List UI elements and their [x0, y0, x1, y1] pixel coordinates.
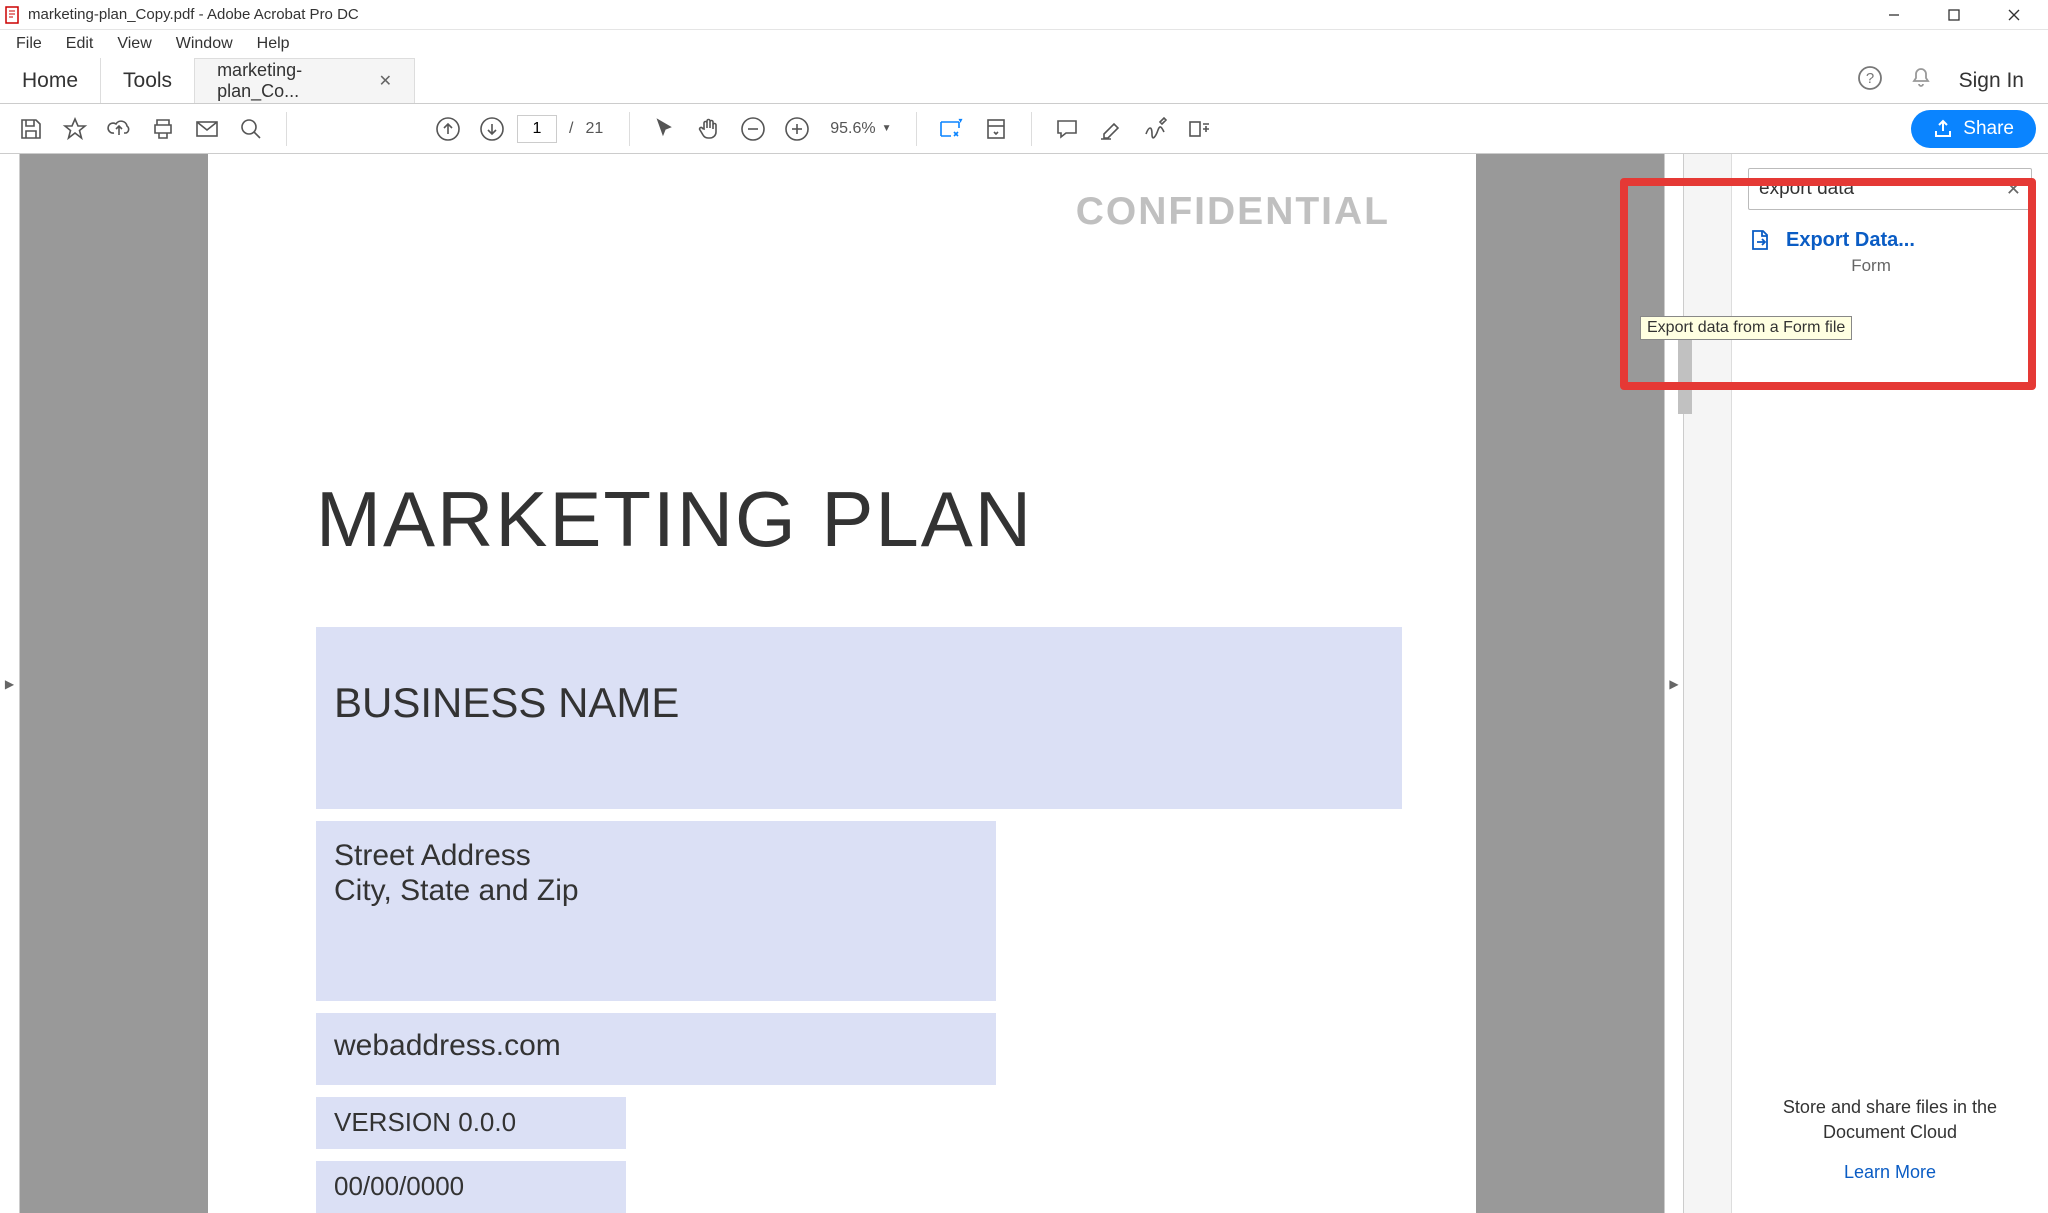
- right-panel-toggle[interactable]: ▶: [1664, 154, 1684, 1213]
- page-number-input[interactable]: [517, 115, 557, 143]
- search-result-export-data[interactable]: Export Data...: [1732, 220, 2048, 256]
- toolbar: / 21 95.6% ▼ ▾ Share: [0, 104, 2048, 154]
- svg-text:?: ?: [1865, 70, 1873, 87]
- menu-bar: File Edit View Window Help: [0, 30, 2048, 58]
- workspace: ▶ CONFIDENTIAL MARKETING PLAN BUSINESS N…: [0, 154, 2048, 1213]
- tab-home[interactable]: Home: [0, 58, 101, 103]
- export-data-icon: [1748, 228, 1772, 252]
- chevron-right-icon: ▶: [5, 677, 14, 691]
- tools-scrollbar-thumb[interactable]: [1678, 338, 1692, 414]
- watermark-text: CONFIDENTIAL: [1076, 190, 1390, 234]
- zoom-in-icon[interactable]: [778, 110, 816, 148]
- hand-tool-icon[interactable]: [690, 110, 728, 148]
- field-address[interactable]: Street Address City, State and Zip: [316, 821, 996, 1001]
- sign-in-link[interactable]: Sign In: [1959, 69, 2024, 93]
- learn-more-link[interactable]: Learn More: [1762, 1162, 2018, 1183]
- field-web-address[interactable]: webaddress.com: [316, 1013, 996, 1085]
- zoom-dropdown[interactable]: 95.6% ▼: [822, 114, 899, 144]
- clear-search-icon[interactable]: ✕: [2006, 179, 2021, 200]
- document-area[interactable]: CONFIDENTIAL MARKETING PLAN BUSINESS NAM…: [20, 154, 1664, 1213]
- cloud-upload-icon[interactable]: [100, 110, 138, 148]
- search-result-label: Export Data...: [1786, 229, 1915, 252]
- print-icon[interactable]: [144, 110, 182, 148]
- close-tab-icon[interactable]: ✕: [379, 71, 392, 91]
- app-icon: [4, 6, 22, 24]
- tab-document-label: marketing-plan_Co...: [217, 60, 369, 102]
- field-business-name[interactable]: BUSINESS NAME: [316, 627, 1402, 809]
- cloud-promo: Store and share files in the Document Cl…: [1732, 1075, 2048, 1213]
- minimize-button[interactable]: [1864, 0, 1924, 30]
- tab-tools[interactable]: Tools: [101, 58, 195, 103]
- zoom-value: 95.6%: [830, 120, 875, 138]
- field-version[interactable]: VERSION 0.0.0: [316, 1097, 626, 1149]
- tab-document[interactable]: marketing-plan_Co... ✕: [195, 58, 415, 103]
- tools-rail: [1684, 154, 1732, 1213]
- more-tools-icon[interactable]: [1180, 110, 1218, 148]
- maximize-button[interactable]: [1924, 0, 1984, 30]
- chevron-right-icon: ▶: [1669, 677, 1678, 691]
- menu-file[interactable]: File: [4, 31, 54, 57]
- star-icon[interactable]: [56, 110, 94, 148]
- page-separator: /: [569, 120, 573, 138]
- fit-width-icon[interactable]: ▾: [933, 110, 971, 148]
- share-button[interactable]: Share: [1911, 110, 2036, 148]
- chevron-down-icon: ▼: [882, 123, 892, 134]
- notifications-icon[interactable]: [1909, 66, 1933, 95]
- email-icon[interactable]: [188, 110, 226, 148]
- selection-tool-icon[interactable]: [646, 110, 684, 148]
- help-icon[interactable]: ?: [1857, 65, 1883, 96]
- sign-icon[interactable]: [1136, 110, 1174, 148]
- highlight-icon[interactable]: [1092, 110, 1130, 148]
- left-panel-toggle[interactable]: ▶: [0, 154, 20, 1213]
- menu-view[interactable]: View: [105, 31, 163, 57]
- zoom-out-icon[interactable]: [734, 110, 772, 148]
- search-tools-panel: ✕ Export Data... Prepare Form Store and …: [1732, 154, 2048, 1213]
- prev-page-icon[interactable]: [429, 110, 467, 148]
- window-controls: [1864, 0, 2044, 30]
- menu-window[interactable]: Window: [164, 31, 245, 57]
- field-date[interactable]: 00/00/0000: [316, 1161, 626, 1213]
- menu-help[interactable]: Help: [245, 31, 302, 57]
- save-icon[interactable]: [12, 110, 50, 148]
- pdf-page: CONFIDENTIAL MARKETING PLAN BUSINESS NAM…: [208, 154, 1476, 1213]
- page-display-icon[interactable]: [977, 110, 1015, 148]
- share-label: Share: [1963, 118, 2014, 140]
- comment-icon[interactable]: [1048, 110, 1086, 148]
- tools-search-box[interactable]: ✕: [1748, 168, 2032, 210]
- search-result-category: Prepare Form: [1732, 256, 2048, 288]
- total-pages: 21: [585, 120, 603, 138]
- next-page-icon[interactable]: [473, 110, 511, 148]
- tab-strip: Home Tools marketing-plan_Co... ✕ ? Sign…: [0, 58, 2048, 104]
- tools-search-input[interactable]: [1759, 178, 2006, 200]
- cloud-promo-text: Store and share files in the Document Cl…: [1762, 1095, 2018, 1144]
- title-bar: marketing-plan_Copy.pdf - Adobe Acrobat …: [0, 0, 2048, 30]
- tooltip-export-data: Export data from a Form file: [1640, 316, 1852, 340]
- share-icon: [1933, 119, 1953, 139]
- search-icon[interactable]: [232, 110, 270, 148]
- menu-edit[interactable]: Edit: [54, 31, 106, 57]
- close-window-button[interactable]: [1984, 0, 2044, 30]
- window-title: marketing-plan_Copy.pdf - Adobe Acrobat …: [28, 6, 359, 23]
- document-title: MARKETING PLAN: [316, 474, 1368, 565]
